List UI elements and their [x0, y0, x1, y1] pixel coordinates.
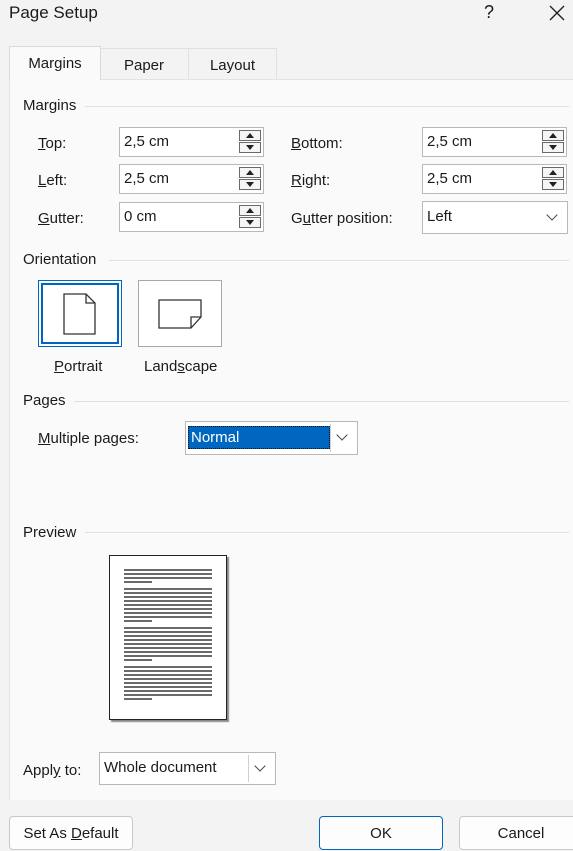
right-margin-spinner[interactable]: 2,5 cm	[422, 164, 567, 194]
chevron-down-icon[interactable]	[254, 760, 266, 772]
pages-group-label: Pages	[23, 392, 66, 409]
pages-separator	[74, 401, 569, 402]
left-margin-value[interactable]: 2,5 cm	[124, 170, 169, 187]
top-margin-spinner[interactable]: 2,5 cm	[119, 127, 264, 157]
landscape-label[interactable]: Landscape	[144, 358, 217, 375]
gutter-position-value[interactable]: Left	[427, 208, 452, 225]
margins-separator	[85, 106, 569, 107]
spin-up-icon[interactable]	[239, 130, 261, 141]
landscape-option[interactable]	[138, 280, 222, 347]
spin-down-icon[interactable]	[239, 179, 261, 190]
gutter-spinner[interactable]: 0 cm	[119, 202, 264, 232]
multiple-pages-value[interactable]: Normal	[191, 429, 239, 446]
multiple-pages-label: Multiple pages:	[38, 430, 139, 447]
bottom-label: Bottom:	[291, 135, 343, 152]
tab-paper[interactable]: Paper	[99, 48, 189, 80]
tab-margins[interactable]: Margins	[9, 46, 101, 80]
help-button[interactable]: ?	[484, 2, 494, 23]
orientation-group-label: Orientation	[23, 251, 97, 268]
spin-down-icon[interactable]	[542, 142, 564, 153]
right-label: Right:	[291, 172, 331, 189]
left-label: Left:	[38, 172, 68, 189]
portrait-page-icon	[63, 293, 96, 335]
top-margin-value[interactable]: 2,5 cm	[124, 133, 169, 150]
spin-up-icon[interactable]	[239, 205, 261, 216]
apply-to-value[interactable]: Whole document	[104, 759, 217, 776]
dialog-title: Page Setup	[9, 3, 98, 22]
close-icon[interactable]	[546, 2, 568, 24]
multiple-pages-select[interactable]: Normal	[185, 421, 358, 455]
right-margin-value[interactable]: 2,5 cm	[427, 170, 472, 187]
ok-button[interactable]: OK	[319, 816, 443, 850]
spin-down-icon[interactable]	[542, 179, 564, 190]
chevron-down-icon[interactable]	[336, 429, 348, 441]
portrait-option[interactable]	[38, 280, 122, 347]
bottom-margin-value[interactable]: 2,5 cm	[427, 133, 472, 150]
gutter-position-label: Gutter position:	[291, 210, 393, 227]
top-label: Top:	[38, 135, 67, 152]
spin-up-icon[interactable]	[239, 167, 261, 178]
spin-up-icon[interactable]	[542, 167, 564, 178]
cancel-button[interactable]: Cancel	[459, 816, 573, 850]
preview-page	[109, 555, 227, 720]
spin-up-icon[interactable]	[542, 130, 564, 141]
preview-group-label: Preview	[23, 524, 77, 541]
tab-layout[interactable]: Layout	[188, 48, 277, 80]
margins-group-label: Margins	[23, 97, 77, 114]
chevron-down-icon[interactable]	[546, 209, 558, 221]
spin-down-icon[interactable]	[239, 142, 261, 153]
preview-text-lines	[124, 569, 212, 700]
apply-to-select[interactable]: Whole document	[99, 752, 276, 785]
preview-separator	[85, 532, 569, 533]
gutter-label: Gutter:	[38, 210, 84, 227]
orientation-separator	[109, 260, 569, 261]
left-margin-spinner[interactable]: 2,5 cm	[119, 164, 264, 194]
set-as-default-button[interactable]: Set As Default	[9, 816, 133, 850]
bottom-margin-spinner[interactable]: 2,5 cm	[422, 127, 567, 157]
portrait-label[interactable]: Portrait	[54, 358, 102, 375]
gutter-position-select[interactable]: Left	[422, 201, 568, 234]
apply-to-label: Apply to:	[23, 762, 82, 779]
spin-down-icon[interactable]	[239, 217, 261, 228]
gutter-value[interactable]: 0 cm	[124, 208, 157, 225]
landscape-page-icon	[158, 299, 202, 329]
